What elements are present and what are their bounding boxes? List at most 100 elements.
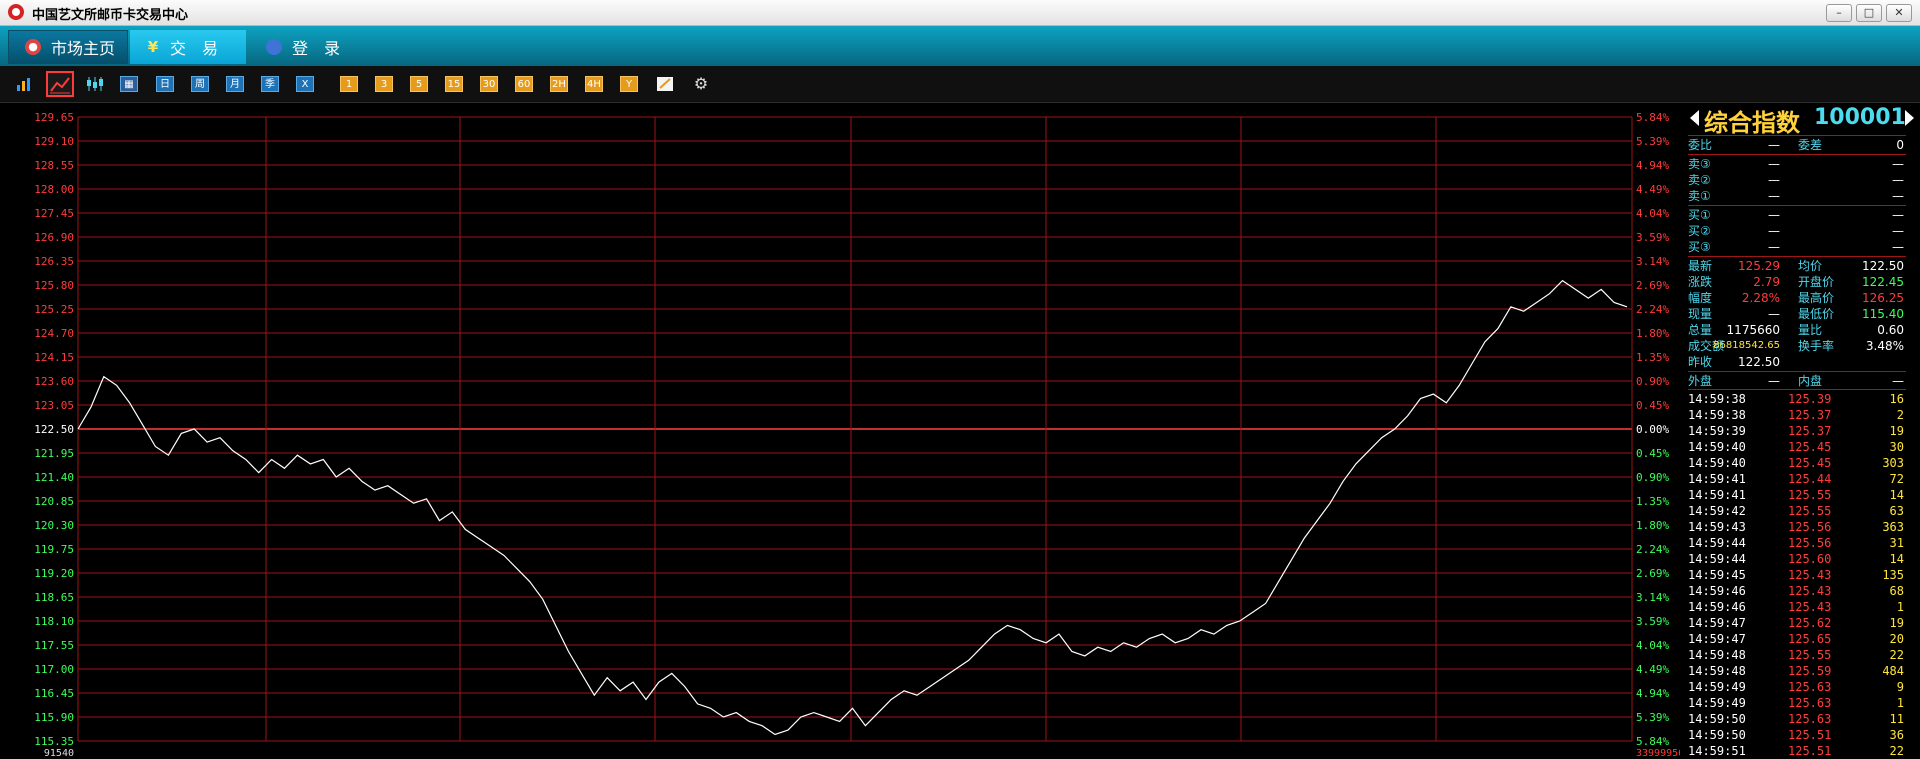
gear-icon[interactable]: ⚙ — [692, 76, 710, 92]
draw-tool-icon[interactable] — [656, 76, 674, 92]
y-tick-label: 119.20 — [34, 567, 74, 580]
trade-row: 14:59:48 125.59 484 — [1688, 663, 1906, 679]
inner-volume-label: 内盘 — [1798, 374, 1823, 388]
tab-login[interactable]: 登 录 — [250, 30, 360, 64]
ask-volume: — — [1892, 157, 1904, 171]
y-tick-label: 125.25 — [34, 303, 74, 316]
period-x-button[interactable]: X — [296, 76, 314, 92]
bar-chart-icon[interactable] — [16, 76, 32, 92]
trade-row: 14:59:48 125.55 22 — [1688, 647, 1906, 663]
stat-row: 涨跌 2.79 开盘价 122.45 — [1688, 274, 1906, 290]
trade-volume: 22 — [1889, 648, 1904, 662]
commission-ratio-label: 委比 — [1688, 138, 1713, 152]
candlestick-icon[interactable] — [86, 76, 104, 92]
trade-volume: 72 — [1889, 472, 1904, 486]
tab-trade[interactable]: ¥ 交 易 — [130, 30, 246, 64]
ask-row: 卖③ — — — [1688, 156, 1906, 172]
outer-volume-label: 外盘 — [1688, 374, 1713, 388]
trade-price: 125.43 — [1788, 568, 1832, 582]
bid-price: — — [1768, 224, 1780, 238]
trade-time: 14:59:40 — [1688, 440, 1746, 454]
trade-volume: 1 — [1896, 600, 1904, 614]
trade-price: 125.59 — [1788, 664, 1832, 678]
minute-60-button[interactable]: 60 — [515, 76, 533, 92]
trade-row: 14:59:40 125.45 303 — [1688, 455, 1906, 471]
trade-volume: 63 — [1889, 504, 1904, 518]
trade-time: 14:59:44 — [1688, 552, 1746, 566]
minute-3-button[interactable]: 3 — [375, 76, 393, 92]
bid-row: 买② — — — [1688, 223, 1906, 239]
trade-price: 125.56 — [1788, 536, 1832, 550]
outer-volume-value: — — [1768, 374, 1780, 388]
stat-value: 2.79 — [1753, 275, 1780, 289]
hour-4-button[interactable]: 4H — [585, 76, 603, 92]
trade-time: 14:59:50 — [1688, 728, 1746, 742]
trade-price: 125.45 — [1788, 440, 1832, 454]
stat-value: 122.45 — [1862, 275, 1904, 289]
stat-row: 最新 125.29 均价 122.50 — [1688, 258, 1906, 274]
trade-row: 14:59:50 125.51 36 — [1688, 727, 1906, 743]
trade-volume: 22 — [1889, 744, 1904, 758]
stat-label: 开盘价 — [1798, 275, 1835, 289]
trade-price: 125.56 — [1788, 520, 1832, 534]
trade-time: 14:59:39 — [1688, 424, 1746, 438]
period-week-button[interactable]: 周 — [191, 76, 209, 92]
trade-row: 14:59:47 125.62 19 — [1688, 615, 1906, 631]
bid-row: 买① — — — [1688, 207, 1906, 223]
period-month-button[interactable]: 月 — [226, 76, 244, 92]
stat-label: 最高价 — [1798, 291, 1835, 305]
ask-volume: — — [1892, 173, 1904, 187]
bid-volume: — — [1892, 240, 1904, 254]
trade-price: 125.63 — [1788, 696, 1832, 710]
trade-row: 14:59:38 125.37 2 — [1688, 407, 1906, 423]
close-button[interactable]: ✕ — [1886, 4, 1912, 22]
tab-market-home[interactable]: ● 市场主页 — [8, 30, 128, 64]
minute-15-button[interactable]: 15 — [445, 76, 463, 92]
y-tick-label: 123.05 — [34, 399, 74, 412]
trade-time: 14:59:49 — [1688, 696, 1746, 710]
minute-1-button[interactable]: 1 — [340, 76, 358, 92]
trade-price: 125.62 — [1788, 616, 1832, 630]
trade-volume: 11 — [1889, 712, 1904, 726]
y-tick-label: 115.35 — [34, 735, 74, 748]
stat-value: — — [1768, 307, 1780, 321]
period-quarter-button[interactable]: 季 — [261, 76, 279, 92]
trade-time: 14:59:50 — [1688, 712, 1746, 726]
ask-volume: — — [1892, 189, 1904, 203]
y-tick-pct-label: 1.80% — [1636, 327, 1669, 340]
prev-symbol-icon[interactable] — [1690, 110, 1699, 126]
y-tick-pct-label: 1.35% — [1636, 351, 1669, 364]
trade-price: 125.55 — [1788, 488, 1832, 502]
next-symbol-icon[interactable] — [1905, 110, 1914, 126]
y-tick-label: 121.95 — [34, 447, 74, 460]
hour-2-button[interactable]: 2H — [550, 76, 568, 92]
y-tick-label: 124.15 — [34, 351, 74, 364]
bid-price: — — [1768, 240, 1780, 254]
bid-price: — — [1768, 208, 1780, 222]
y-tick-label: 119.75 — [34, 543, 74, 556]
stat-row: 成交额 86818542.65 换手率 3.48% — [1688, 338, 1906, 354]
calendar-icon[interactable]: ▦ — [120, 76, 138, 92]
line-chart-icon[interactable] — [46, 71, 74, 97]
app-logo-icon — [8, 4, 24, 20]
trade-row: 14:59:38 125.39 16 — [1688, 391, 1906, 407]
stat-label: 最低价 — [1798, 307, 1835, 321]
index-code: 100001 — [1814, 105, 1906, 130]
minimize-button[interactable]: – — [1826, 4, 1852, 22]
period-day-button[interactable]: 日 — [156, 76, 174, 92]
y-tick-label: 125.80 — [34, 279, 74, 292]
chart-toolbar: ▦ 日 周 月 季 X 1 3 5 15 30 60 2H 4H Y ⚙ — [0, 66, 1920, 103]
y-tick-pct-label: 1.80% — [1636, 519, 1669, 532]
minute-5-button[interactable]: 5 — [410, 76, 428, 92]
price-line — [77, 279, 1628, 736]
stat-label: 均价 — [1798, 259, 1823, 273]
maximize-button[interactable]: □ — [1856, 4, 1882, 22]
minute-30-button[interactable]: 30 — [480, 76, 498, 92]
y-tick-pct-label: 4.94% — [1636, 687, 1669, 700]
trade-time: 14:59:42 — [1688, 504, 1746, 518]
year-button[interactable]: Y — [620, 76, 638, 92]
trade-price: 125.55 — [1788, 648, 1832, 662]
panel-divider — [1688, 371, 1906, 372]
commission-row: 委比 — 委差 0 — [1688, 137, 1906, 153]
y-tick-pct-label: 2.24% — [1636, 543, 1669, 556]
